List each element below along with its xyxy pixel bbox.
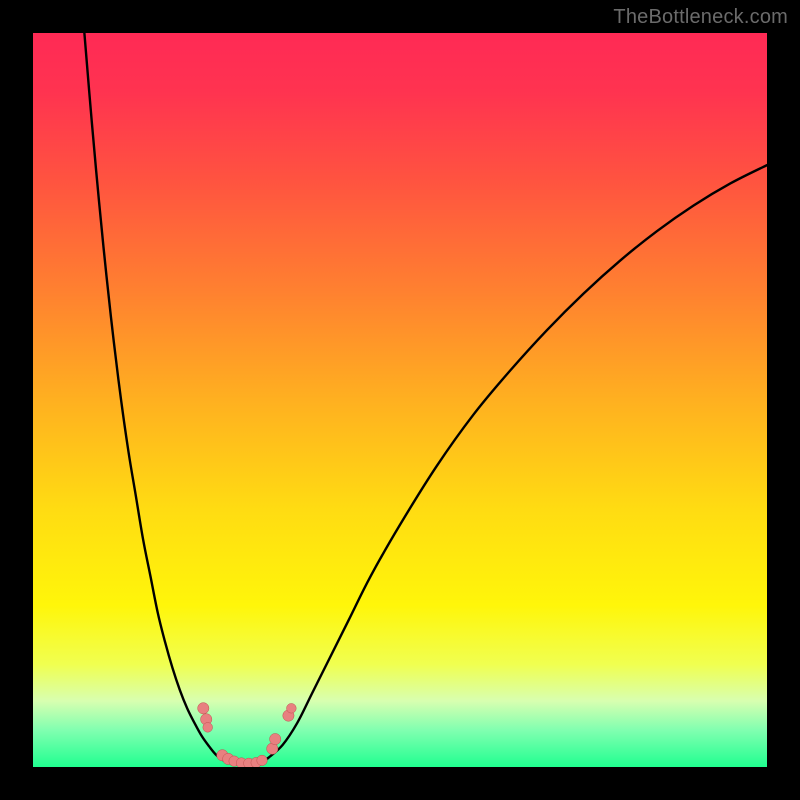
data-marker <box>198 703 209 714</box>
data-marker <box>257 755 268 766</box>
gradient-background <box>33 33 767 767</box>
plot-area <box>33 33 767 767</box>
data-marker <box>203 723 213 733</box>
watermark-text: TheBottleneck.com <box>613 6 788 29</box>
data-marker <box>287 703 297 713</box>
bottleneck-chart <box>33 33 767 767</box>
app-frame: TheBottleneck.com <box>0 0 800 800</box>
data-marker <box>270 733 281 744</box>
